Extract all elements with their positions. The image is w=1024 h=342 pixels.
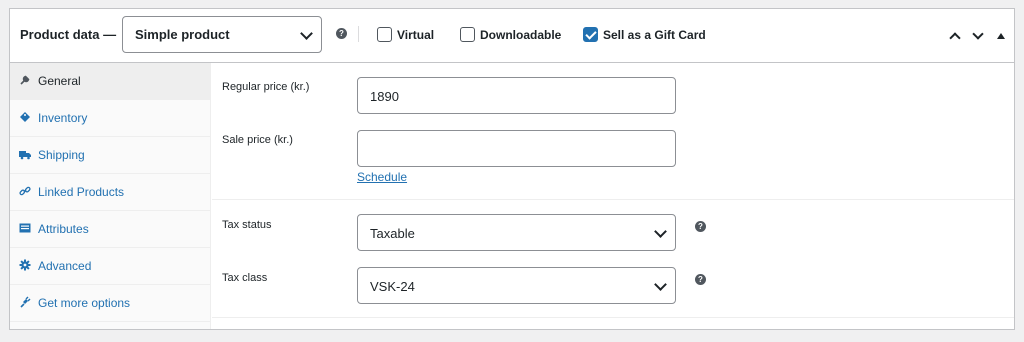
help-icon[interactable]: ? <box>695 221 706 232</box>
tax-class-value: VSK-24 <box>370 279 415 294</box>
section-divider <box>212 317 1014 318</box>
tab-label: Inventory <box>38 111 88 125</box>
move-down-icon[interactable] <box>972 28 984 40</box>
virtual-checkbox[interactable] <box>377 27 392 42</box>
sale-price-input[interactable] <box>357 130 676 167</box>
tab-label: Attributes <box>38 222 89 236</box>
panel-title: Product data — <box>20 27 117 42</box>
tab-label: Shipping <box>38 148 85 162</box>
truck-icon <box>19 148 31 160</box>
product-type-value: Simple product <box>135 27 230 42</box>
chevron-down-icon <box>654 225 667 238</box>
schedule-link[interactable]: Schedule <box>357 170 407 184</box>
regular-price-label: Regular price (kr.) <box>222 81 310 93</box>
tab-get-more-options[interactable]: Get more options <box>10 285 211 322</box>
gift-card-label[interactable]: Sell as a Gift Card <box>603 28 706 42</box>
divider <box>358 26 359 42</box>
tab-label: Linked Products <box>38 185 125 199</box>
section-divider <box>212 199 1014 200</box>
chevron-down-icon <box>654 278 667 291</box>
help-icon[interactable]: ? <box>695 274 706 285</box>
downloadable-label[interactable]: Downloadable <box>480 28 561 42</box>
product-data-tabs: General Inventory Shipping Linked Produc… <box>10 63 211 329</box>
plugin-icon <box>19 296 31 308</box>
tab-linked-products[interactable]: Linked Products <box>10 174 211 211</box>
tab-shipping[interactable]: Shipping <box>10 137 211 174</box>
downloadable-checkbox[interactable] <box>460 27 475 42</box>
move-up-icon[interactable] <box>949 32 961 44</box>
tax-status-select[interactable]: Taxable <box>357 214 676 251</box>
gift-card-checkbox[interactable] <box>583 27 598 42</box>
tab-label: Advanced <box>38 259 92 273</box>
tab-label: General <box>38 74 81 88</box>
help-icon[interactable]: ? <box>336 28 347 39</box>
product-data-panel: Product data — Simple product ? Virtual … <box>9 8 1015 330</box>
tax-class-label: Tax class <box>222 272 268 284</box>
tax-status-label: Tax status <box>222 219 272 231</box>
tax-status-value: Taxable <box>370 226 415 241</box>
tab-attributes[interactable]: Attributes <box>10 211 211 248</box>
gear-icon <box>19 259 31 271</box>
sale-price-label: Sale price (kr.) <box>222 134 293 146</box>
regular-price-value: 1890 <box>370 89 399 104</box>
wrench-icon <box>19 74 31 86</box>
general-tab-content: Regular price (kr.) 1890 Sale price (kr.… <box>212 63 1014 329</box>
virtual-label[interactable]: Virtual <box>397 28 434 42</box>
product-data-header: Product data — Simple product ? Virtual … <box>10 9 1014 63</box>
tab-general[interactable]: General <box>10 63 211 100</box>
product-type-select[interactable]: Simple product <box>122 16 322 53</box>
list-icon <box>19 222 31 234</box>
chevron-down-icon <box>300 27 313 40</box>
collapse-toggle-icon[interactable] <box>997 33 1005 39</box>
tab-inventory[interactable]: Inventory <box>10 100 211 137</box>
link-icon <box>19 185 31 197</box>
regular-price-input[interactable]: 1890 <box>357 77 676 114</box>
tab-label: Get more options <box>38 296 131 310</box>
tax-class-select[interactable]: VSK-24 <box>357 267 676 304</box>
tag-icon <box>19 111 31 123</box>
tab-advanced[interactable]: Advanced <box>10 248 211 285</box>
